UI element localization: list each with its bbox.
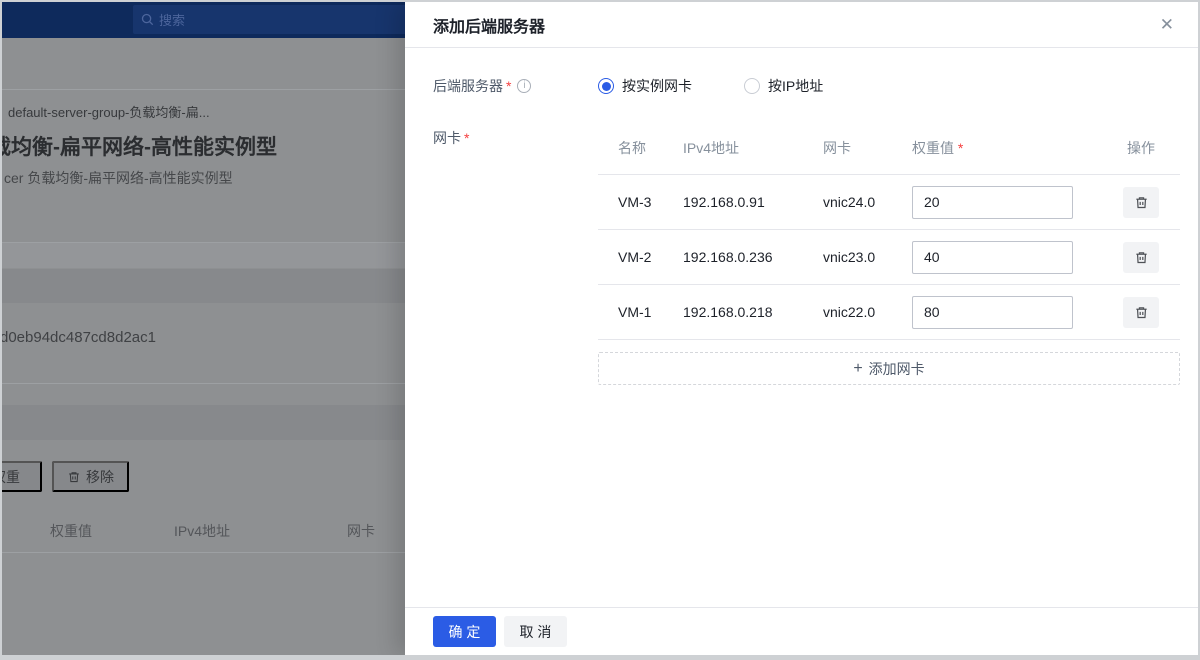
required-mark: * <box>464 128 469 148</box>
remove-button[interactable]: 移除 <box>52 461 129 492</box>
bg-col-ip: IPv4地址 <box>174 521 230 541</box>
col-weight: 权重值 * <box>912 138 1102 158</box>
radio-label: 按IP地址 <box>768 76 823 96</box>
drawer-footer: 确 定 取 消 <box>405 607 1198 655</box>
cell-weight <box>912 186 1102 219</box>
cell-ip: 192.168.0.91 <box>683 194 823 210</box>
tab-band <box>2 269 407 303</box>
cell-action <box>1102 297 1180 328</box>
cell-weight <box>912 296 1102 329</box>
cell-nic: vnic23.0 <box>823 249 912 265</box>
weight-button[interactable]: 权重 <box>2 461 42 492</box>
cell-ip: 192.168.0.236 <box>683 249 823 265</box>
breadcrumb: default-server-group-负载均衡-扁... <box>8 102 210 121</box>
cancel-button[interactable]: 取 消 <box>504 616 567 647</box>
radio-by-instance-nic[interactable]: 按实例网卡 <box>598 76 692 96</box>
col-nic: 网卡 <box>823 138 912 158</box>
confirm-button[interactable]: 确 定 <box>433 616 496 647</box>
backend-type-radio-group: 按实例网卡 按IP地址 <box>598 76 1180 96</box>
nic-label-text: 网卡 <box>433 128 461 148</box>
nic-row: 网卡 * 名称 IPv4地址 网卡 权重值 * 操作 V <box>433 128 1180 385</box>
page-subtitle: cer 负载均衡-扁平网络-高性能实例型 <box>4 168 233 188</box>
remove-button-label: 移除 <box>86 467 114 487</box>
cell-name: VM-1 <box>618 304 683 320</box>
radio-circle-unchecked <box>744 78 760 94</box>
trash-icon <box>1134 195 1149 210</box>
info-icon: i <box>517 79 531 93</box>
backend-server-label: 后端服务器 * i <box>433 76 598 96</box>
radio-circle-checked <box>598 78 614 94</box>
nic-table-rows: VM-3 192.168.0.91 vnic24.0 VM-2 192.168.… <box>598 175 1180 340</box>
cell-name: VM-2 <box>618 249 683 265</box>
drawer-body: 后端服务器 * i 按实例网卡 按IP地址 网卡 <box>405 48 1198 607</box>
cell-nic: vnic22.0 <box>823 304 912 320</box>
resource-id: d0eb94dc487cd8d2ac1 <box>2 329 156 346</box>
col-action: 操作 <box>1102 138 1180 158</box>
drawer-title: 添加后端服务器 <box>433 13 545 37</box>
viewport: 搜索 default-server-group-负载均衡-扁... 载均衡-扁平… <box>2 2 1198 655</box>
add-nic-label: 添加网卡 <box>869 359 925 379</box>
drawer-header: 添加后端服务器 ✕ <box>405 2 1198 48</box>
required-mark: * <box>506 76 511 96</box>
delete-row-button[interactable] <box>1123 297 1159 328</box>
weight-input[interactable] <box>912 241 1073 274</box>
divider <box>2 552 407 553</box>
trash-icon <box>1134 305 1149 320</box>
radio-label: 按实例网卡 <box>622 76 692 96</box>
plus-icon: + <box>853 360 862 378</box>
add-backend-server-drawer: 添加后端服务器 ✕ 后端服务器 * i 按实例网卡 按IP地址 <box>405 2 1198 655</box>
cell-action <box>1102 187 1180 218</box>
cell-weight <box>912 241 1102 274</box>
global-search-input[interactable]: 搜索 <box>133 5 418 34</box>
delete-row-button[interactable] <box>1123 242 1159 273</box>
cell-nic: vnic24.0 <box>823 194 912 210</box>
nic-table-row: VM-1 192.168.0.218 vnic22.0 <box>598 285 1180 340</box>
close-icon[interactable]: ✕ <box>1156 12 1178 37</box>
search-placeholder: 搜索 <box>159 10 185 29</box>
trash-icon <box>1134 250 1149 265</box>
search-icon <box>141 13 154 26</box>
backend-server-row: 后端服务器 * i 按实例网卡 按IP地址 <box>433 76 1180 96</box>
col-weight-text: 权重值 <box>912 140 954 156</box>
divider <box>2 89 407 90</box>
section-band <box>2 243 407 268</box>
screenshot-frame: 搜索 default-server-group-负载均衡-扁... 载均衡-扁平… <box>0 0 1200 660</box>
bg-col-weight: 权重值 <box>50 521 92 541</box>
page-title: 载均衡-扁平网络-高性能实例型 <box>2 131 277 161</box>
required-mark: * <box>958 140 963 156</box>
cell-action <box>1102 242 1180 273</box>
weight-button-label: 权重 <box>2 467 20 487</box>
nic-table-row: VM-2 192.168.0.236 vnic23.0 <box>598 230 1180 285</box>
nic-label: 网卡 * <box>433 128 598 148</box>
section-header-band <box>2 405 407 440</box>
cell-name: VM-3 <box>618 194 683 210</box>
add-nic-button[interactable]: + 添加网卡 <box>598 352 1180 385</box>
col-name: 名称 <box>618 138 683 158</box>
cell-ip: 192.168.0.218 <box>683 304 823 320</box>
radio-by-ip-address[interactable]: 按IP地址 <box>744 76 823 96</box>
bg-col-nic: 网卡 <box>347 521 375 541</box>
nic-table: 名称 IPv4地址 网卡 权重值 * 操作 VM-3 192.168.0.91 … <box>598 128 1180 385</box>
nic-table-header: 名称 IPv4地址 网卡 权重值 * 操作 <box>598 128 1180 175</box>
weight-input[interactable] <box>912 296 1073 329</box>
trash-icon <box>67 470 81 484</box>
col-ip: IPv4地址 <box>683 138 823 158</box>
nic-table-row: VM-3 192.168.0.91 vnic24.0 <box>598 175 1180 230</box>
weight-input[interactable] <box>912 186 1073 219</box>
divider <box>2 383 407 384</box>
delete-row-button[interactable] <box>1123 187 1159 218</box>
backend-label-text: 后端服务器 <box>433 76 503 96</box>
